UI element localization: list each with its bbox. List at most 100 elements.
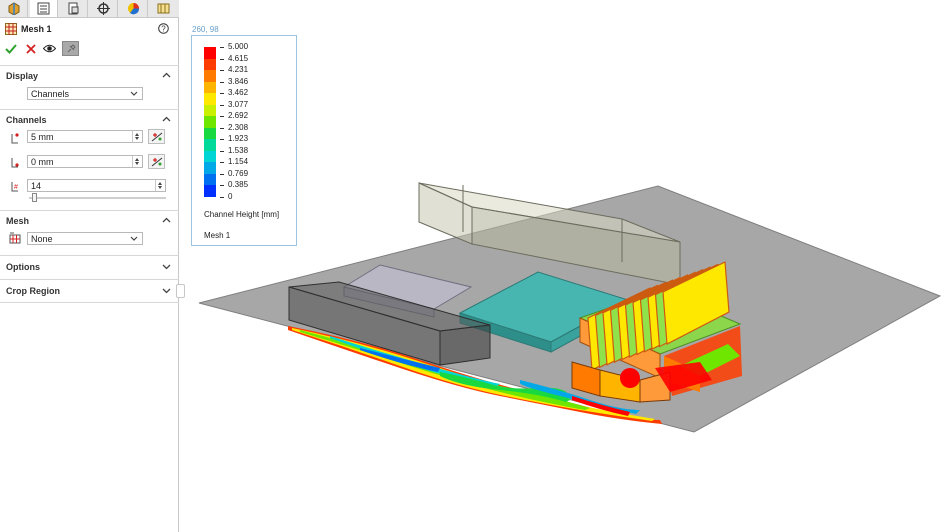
channel-count-slider-track[interactable] [29,197,166,199]
legend-box[interactable]: 5.000 4.615 4.231 3.846 3.462 3.077 2.692 2.308… [191,35,297,246]
legend-tick-mark [220,197,224,198]
legend-color-swatch [204,70,216,83]
legend-mesh-name: Mesh 1 [204,231,231,240]
legend-anchor-coordinate: 260, 98 [192,25,219,34]
legend-tick-mark [220,81,224,83]
legend-color-swatch [204,185,216,198]
close-icon[interactable] [26,44,36,54]
legend-color-swatch [204,139,216,152]
configuration-manager-icon [68,2,79,15]
legend-tick-mark [220,127,224,129]
pick-min-button[interactable] [148,154,165,169]
mesh-section-label[interactable]: Mesh [6,216,29,226]
channels-section-label[interactable]: Channels [6,115,47,125]
display-mode-select[interactable]: Channels [27,87,143,100]
legend-tick-label: 2.308 [228,122,249,132]
legend-tick-mark [220,116,224,118]
property-manager-panel: Mesh 1 ? Display Channels Channels 5 mm … [0,0,179,532]
legend-tick-label: 3.462 [228,88,249,98]
legend-tick-mark [220,162,224,164]
crop-region-section-label[interactable]: Crop Region [6,286,60,296]
section-divider [0,255,179,256]
legend-color-swatch [204,58,216,71]
legend-color-swatch [204,116,216,129]
tab-property-manager[interactable] [30,0,58,17]
max-height-icon [11,133,19,144]
legend-tick-mark [220,47,224,48]
help-icon[interactable]: ? [158,23,169,34]
svg-text:?: ? [161,25,166,34]
chevron-up-icon[interactable] [162,71,171,80]
tab-display-manager[interactable] [120,0,148,17]
legend-tick-mark [220,93,224,95]
legend-tick-label: 0 [228,192,233,201]
legend-tick-mark [220,150,224,152]
legend-quantity-label: Channel Height [mm] [204,210,280,219]
legend-tick-mark [220,104,224,106]
min-height-stepper[interactable] [132,156,142,167]
tab-feature-manager[interactable] [0,0,28,17]
mesh-select[interactable]: None [27,232,143,245]
pick-max-button[interactable] [148,129,165,144]
chevron-down-icon [130,236,138,241]
max-height-input[interactable]: 5 mm [27,130,143,143]
svg-text:#: # [14,184,18,191]
pushpin-button[interactable] [62,41,79,56]
min-height-input[interactable]: 0 mm [27,155,143,168]
legend-color-swatch [204,173,216,186]
section-divider [0,279,179,280]
min-height-icon [11,158,19,168]
section-divider [0,65,179,66]
channel-count-slider-thumb[interactable] [31,193,37,202]
legend-color-swatch [204,162,216,175]
legend-color-swatch [204,127,216,140]
legend-tick-label: 4.231 [228,65,249,75]
legend-tick-label: 3.077 [228,99,249,109]
legend-color-swatch [204,150,216,163]
legend-tick-label: 2.692 [228,111,249,121]
check-icon[interactable] [5,43,17,54]
mesh-select-icon [9,232,21,244]
tab-configuration-manager[interactable] [60,0,88,17]
eye-icon[interactable] [43,43,56,54]
simulation-icon [157,3,170,14]
tab-dimxpert[interactable] [90,0,118,17]
channel-count-input[interactable]: 14 [27,179,166,192]
channel-count-icon: # [11,182,18,192]
legend-tick-label: 1.154 [228,157,249,167]
legend-color-swatch [204,93,216,106]
panel-title: Mesh 1 [21,24,52,34]
legend-tick-label: 5.000 [228,42,249,51]
legend-tick-label: 3.846 [228,76,249,86]
pick-value-icon [151,132,163,142]
legend-tick-mark [220,185,224,187]
legend-tick-label: 0.769 [228,168,249,178]
chevron-up-icon[interactable] [162,216,171,225]
channel-count-stepper[interactable] [155,180,165,191]
chevron-up-icon[interactable] [162,115,171,124]
channel-count-value: 14 [31,181,42,191]
max-height-stepper[interactable] [132,131,142,142]
tab-simulation[interactable] [150,0,178,17]
panel-tab-bar [0,0,179,18]
property-manager-icon [37,2,50,15]
legend-tick-mark [220,70,224,72]
legend-color-swatch [204,81,216,94]
mesh-feature-icon [5,23,17,35]
display-mode-value: Channels [31,89,70,99]
chevron-down-icon [130,91,138,96]
mesh-select-value: None [31,234,53,244]
chevron-down-icon[interactable] [162,286,171,295]
options-section-label[interactable]: Options [6,262,40,272]
section-divider [0,109,179,110]
chevron-down-icon[interactable] [162,262,171,271]
legend-color-swatch [204,104,216,117]
legend-tick-label: 4.615 [228,53,249,63]
legend-color-swatch [204,47,216,60]
display-section-label[interactable]: Display [6,71,38,81]
feature-manager-icon [8,2,20,15]
legend-tick-mark [220,58,224,60]
legend-tick-label: 1.538 [228,145,249,155]
legend-tick-mark [220,173,224,175]
legend-color-bar [204,47,216,198]
